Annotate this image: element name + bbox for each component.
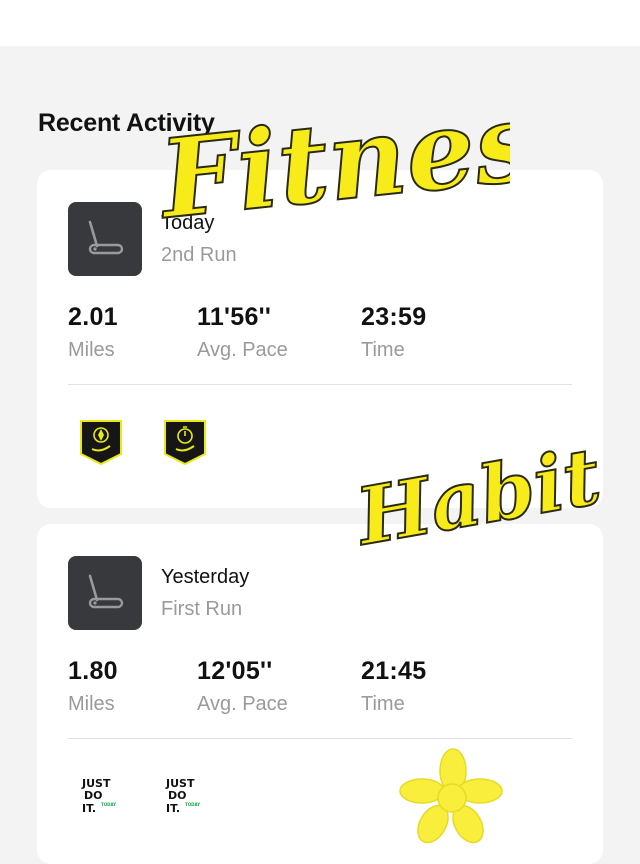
stat-label: Time bbox=[361, 339, 405, 361]
compass-badge-icon[interactable] bbox=[78, 418, 124, 466]
stat-value: 11'56'' bbox=[197, 303, 272, 331]
stat-label: Avg. Pace bbox=[197, 339, 288, 361]
stat-value: 1.80 bbox=[68, 657, 118, 685]
sticker-line: TODAY bbox=[185, 802, 200, 807]
divider bbox=[68, 738, 572, 739]
stat-distance: 1.80 Miles bbox=[68, 657, 118, 716]
stat-time: 21:45 Time bbox=[361, 657, 426, 716]
section-title: Recent Activity bbox=[38, 109, 215, 137]
activity-name: First Run bbox=[161, 598, 243, 620]
stat-value: 21:45 bbox=[361, 657, 427, 685]
top-bar bbox=[0, 0, 640, 46]
just-do-it-sticker[interactable]: JUST DO IT. TODAY bbox=[78, 774, 118, 820]
activity-date: Today bbox=[161, 212, 215, 234]
stat-label: Miles bbox=[68, 693, 115, 715]
stat-label: Miles bbox=[68, 339, 115, 361]
sticker-line: DO bbox=[84, 789, 102, 802]
stat-value: 12'05'' bbox=[197, 657, 273, 685]
treadmill-icon bbox=[68, 202, 142, 276]
activity-card[interactable]: Yesterday First Run 1.80 Miles 12'05'' A… bbox=[37, 524, 603, 864]
just-do-it-sticker[interactable]: JUST DO IT. TODAY bbox=[162, 774, 202, 820]
sticker-line: TODAY bbox=[101, 802, 116, 807]
activity-card[interactable]: Today 2nd Run 2.01 Miles 11'56'' Avg. Pa… bbox=[37, 170, 603, 508]
sticker-line: IT. bbox=[82, 802, 96, 815]
stat-value: 2.01 bbox=[68, 303, 118, 331]
activity-name: 2nd Run bbox=[161, 244, 237, 266]
stat-distance: 2.01 Miles bbox=[68, 303, 118, 362]
treadmill-icon bbox=[68, 556, 142, 630]
sticker-line: DO bbox=[168, 789, 186, 802]
activity-date: Yesterday bbox=[161, 566, 250, 588]
stat-label: Time bbox=[361, 693, 405, 715]
stat-pace: 11'56'' Avg. Pace bbox=[197, 303, 288, 362]
divider bbox=[68, 384, 572, 385]
stat-pace: 12'05'' Avg. Pace bbox=[197, 657, 288, 716]
stat-label: Avg. Pace bbox=[197, 693, 288, 715]
stopwatch-badge-icon[interactable] bbox=[162, 418, 208, 466]
stat-time: 23:59 Time bbox=[361, 303, 426, 362]
sticker-line: IT. bbox=[166, 802, 180, 815]
stat-value: 23:59 bbox=[361, 303, 427, 331]
